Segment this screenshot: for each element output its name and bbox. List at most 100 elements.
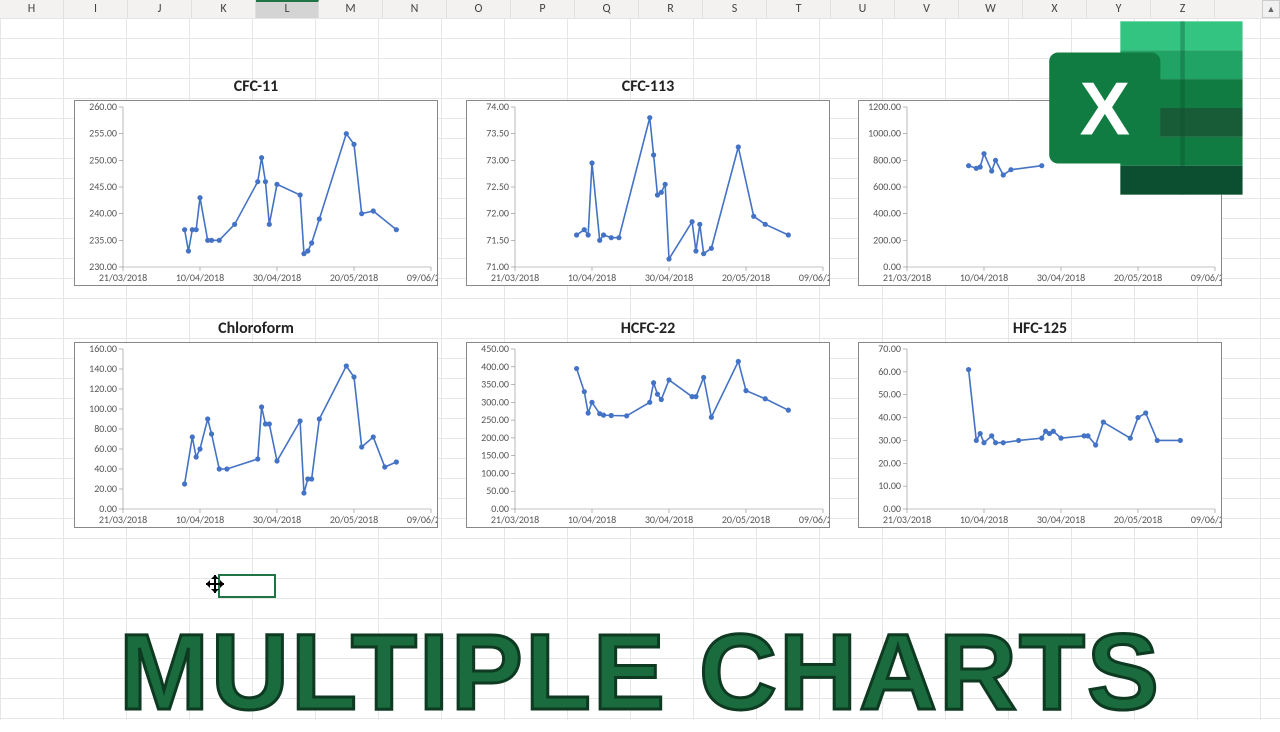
svg-text:300.00: 300.00 <box>481 395 509 408</box>
svg-text:X: X <box>1080 68 1130 152</box>
svg-text:09/06/2018: 09/06/2018 <box>407 513 437 526</box>
column-header-U[interactable]: U <box>831 0 895 18</box>
svg-text:09/06/2018: 09/06/2018 <box>799 513 829 526</box>
excel-logo: X <box>1032 8 1262 208</box>
svg-text:800.00: 800.00 <box>873 153 901 166</box>
svg-text:21/03/2018: 21/03/2018 <box>883 271 931 284</box>
svg-text:450.00: 450.00 <box>481 343 509 355</box>
worksheet[interactable]: HIJKLMNOPQRSTUVWXYZ ▲ CFC-11230.00235.00… <box>0 0 1280 720</box>
svg-text:350.00: 350.00 <box>481 378 509 391</box>
column-header-S[interactable]: S <box>703 0 767 18</box>
move-cursor-icon <box>204 573 226 595</box>
column-header-L[interactable]: L <box>256 0 319 18</box>
chart-HFC-125[interactable]: HFC-1250.0010.0020.0030.0040.0050.0060.0… <box>858 342 1222 528</box>
svg-text:20/05/2018: 20/05/2018 <box>722 513 770 526</box>
column-header-J[interactable]: J <box>128 0 192 18</box>
svg-text:20/05/2018: 20/05/2018 <box>722 271 770 284</box>
svg-text:40.00: 40.00 <box>94 462 117 475</box>
svg-text:10/04/2018: 10/04/2018 <box>960 513 1008 526</box>
svg-text:1200.00: 1200.00 <box>868 101 901 113</box>
svg-text:30/04/2018: 30/04/2018 <box>1037 271 1085 284</box>
chart-title: HCFC-22 <box>467 319 829 338</box>
svg-text:30/04/2018: 30/04/2018 <box>253 271 301 284</box>
chart-Chloroform[interactable]: Chloroform0.0020.0040.0060.0080.00100.00… <box>74 342 438 528</box>
svg-text:235.00: 235.00 <box>89 233 117 246</box>
svg-text:160.00: 160.00 <box>89 343 117 355</box>
svg-text:50.00: 50.00 <box>878 388 901 401</box>
svg-text:21/03/2018: 21/03/2018 <box>99 271 147 284</box>
svg-text:120.00: 120.00 <box>89 382 117 395</box>
svg-text:73.00: 73.00 <box>486 153 509 166</box>
svg-text:09/06/2018: 09/06/2018 <box>1191 513 1221 526</box>
svg-text:60.00: 60.00 <box>94 442 117 455</box>
svg-text:21/03/2018: 21/03/2018 <box>99 513 147 526</box>
svg-text:40.00: 40.00 <box>878 411 901 424</box>
svg-text:30/04/2018: 30/04/2018 <box>645 513 693 526</box>
svg-text:245.00: 245.00 <box>89 180 117 193</box>
column-header-K[interactable]: K <box>192 0 256 18</box>
svg-text:150.00: 150.00 <box>481 449 509 462</box>
svg-text:30/04/2018: 30/04/2018 <box>1037 513 1085 526</box>
svg-text:200.00: 200.00 <box>873 233 901 246</box>
svg-text:70.00: 70.00 <box>878 343 901 355</box>
svg-text:80.00: 80.00 <box>94 422 117 435</box>
svg-text:10/04/2018: 10/04/2018 <box>568 271 616 284</box>
svg-text:73.50: 73.50 <box>486 127 509 140</box>
svg-text:20/05/2018: 20/05/2018 <box>330 271 378 284</box>
column-header-R[interactable]: R <box>639 0 703 18</box>
chart-title: CFC-11 <box>75 77 437 96</box>
svg-text:30.00: 30.00 <box>878 433 901 446</box>
svg-text:100.00: 100.00 <box>481 466 509 479</box>
column-header-O[interactable]: O <box>447 0 511 18</box>
svg-text:09/06/2018: 09/06/2018 <box>799 271 829 284</box>
svg-text:20/05/2018: 20/05/2018 <box>1114 271 1162 284</box>
svg-text:400.00: 400.00 <box>481 360 509 373</box>
svg-text:255.00: 255.00 <box>89 127 117 140</box>
svg-text:30/04/2018: 30/04/2018 <box>253 513 301 526</box>
svg-text:250.00: 250.00 <box>89 153 117 166</box>
chart-CFC-113[interactable]: CFC-11371.0071.5072.0072.5073.0073.5074.… <box>466 100 830 286</box>
svg-text:240.00: 240.00 <box>89 207 117 220</box>
svg-text:600.00: 600.00 <box>873 180 901 193</box>
svg-text:09/06/2018: 09/06/2018 <box>1191 271 1221 284</box>
svg-text:72.00: 72.00 <box>486 207 509 220</box>
column-header-M[interactable]: M <box>319 0 383 18</box>
svg-text:260.00: 260.00 <box>89 101 117 113</box>
column-header-Q[interactable]: Q <box>575 0 639 18</box>
column-header-W[interactable]: W <box>959 0 1023 18</box>
column-header-I[interactable]: I <box>64 0 128 18</box>
scroll-up-button[interactable]: ▲ <box>1262 0 1280 18</box>
svg-text:250.00: 250.00 <box>481 413 509 426</box>
svg-text:20.00: 20.00 <box>878 456 901 469</box>
svg-text:50.00: 50.00 <box>486 484 509 497</box>
chart-title: CFC-113 <box>467 77 829 96</box>
slide-title: MULTIPLE CHARTS <box>0 618 1280 726</box>
svg-text:21/03/2018: 21/03/2018 <box>491 271 539 284</box>
chart-title: HFC-125 <box>859 319 1221 338</box>
chart-CFC-11[interactable]: CFC-11230.00235.00240.00245.00250.00255.… <box>74 100 438 286</box>
svg-text:400.00: 400.00 <box>873 207 901 220</box>
svg-text:21/03/2018: 21/03/2018 <box>491 513 539 526</box>
svg-text:1000.00: 1000.00 <box>868 127 901 140</box>
column-header-T[interactable]: T <box>767 0 831 18</box>
column-header-V[interactable]: V <box>895 0 959 18</box>
svg-text:10/04/2018: 10/04/2018 <box>960 271 1008 284</box>
svg-text:10/04/2018: 10/04/2018 <box>568 513 616 526</box>
svg-text:74.00: 74.00 <box>486 101 509 113</box>
column-header-N[interactable]: N <box>383 0 447 18</box>
svg-text:200.00: 200.00 <box>481 431 509 444</box>
svg-text:30/04/2018: 30/04/2018 <box>645 271 693 284</box>
svg-text:10.00: 10.00 <box>878 479 901 492</box>
svg-text:60.00: 60.00 <box>878 365 901 378</box>
chart-title: Chloroform <box>75 319 437 338</box>
chart-HCFC-22[interactable]: HCFC-220.0050.00100.00150.00200.00250.00… <box>466 342 830 528</box>
column-header-P[interactable]: P <box>511 0 575 18</box>
svg-text:21/03/2018: 21/03/2018 <box>883 513 931 526</box>
svg-text:140.00: 140.00 <box>89 362 117 375</box>
svg-text:20/05/2018: 20/05/2018 <box>330 513 378 526</box>
column-header-H[interactable]: H <box>0 0 64 18</box>
svg-text:100.00: 100.00 <box>89 402 117 415</box>
svg-text:10/04/2018: 10/04/2018 <box>176 513 224 526</box>
svg-text:71.50: 71.50 <box>486 233 509 246</box>
svg-text:20/05/2018: 20/05/2018 <box>1114 513 1162 526</box>
